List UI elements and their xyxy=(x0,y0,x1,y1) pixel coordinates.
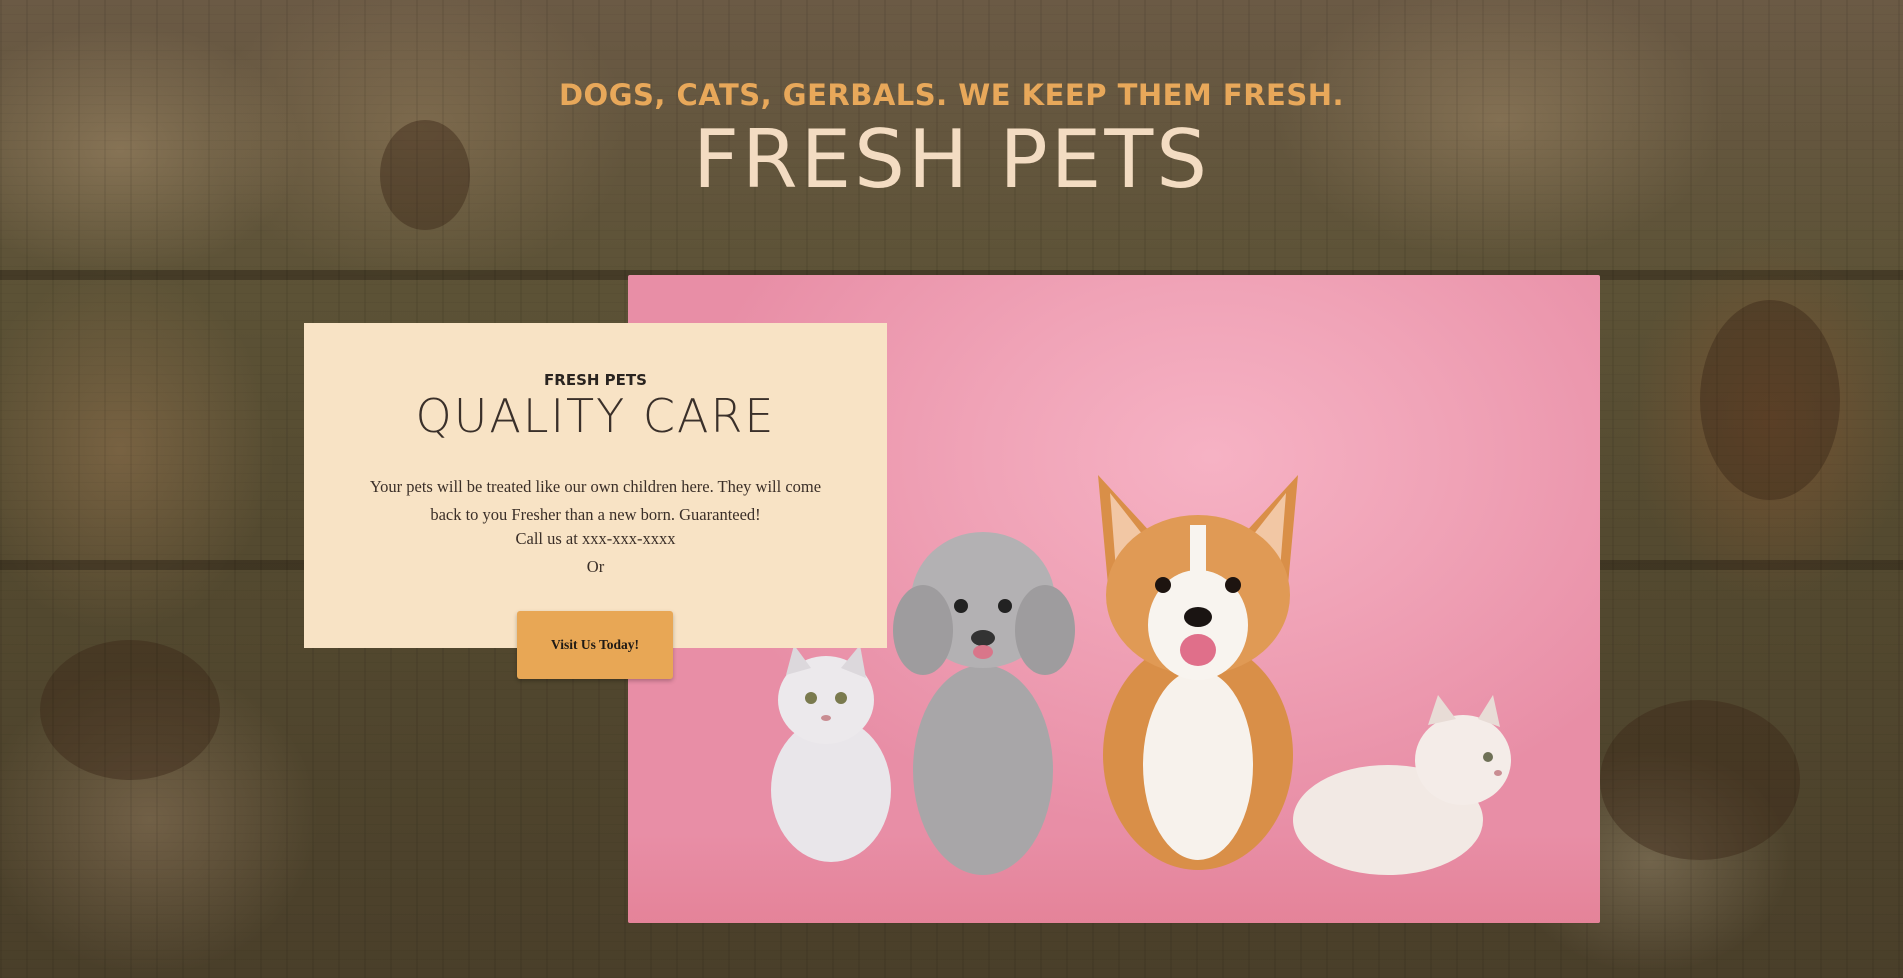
background-dog xyxy=(1600,700,1800,860)
visit-us-button[interactable]: Visit Us Today! xyxy=(517,611,673,679)
card-description: Your pets will be treated like our own c… xyxy=(369,477,822,524)
card-or-text: Or xyxy=(586,557,605,576)
background-dog xyxy=(1700,300,1840,500)
hero-title: FRESH PETS xyxy=(693,113,1210,206)
poodle-illustration xyxy=(893,532,1075,875)
card-call-text: Call us at xxx-xxx-xxxx xyxy=(515,529,676,548)
background-dog xyxy=(40,640,220,780)
info-card: FRESH PETS QUALITY CARE Your pets will b… xyxy=(304,323,887,648)
card-kicker: FRESH PETS xyxy=(544,371,647,389)
hero-subtitle: DOGS, CATS, GERBALS. WE KEEP THEM FRESH. xyxy=(558,78,1345,112)
card-heading: QUALITY CARE xyxy=(415,389,776,443)
cat-right-illustration xyxy=(1293,695,1511,875)
